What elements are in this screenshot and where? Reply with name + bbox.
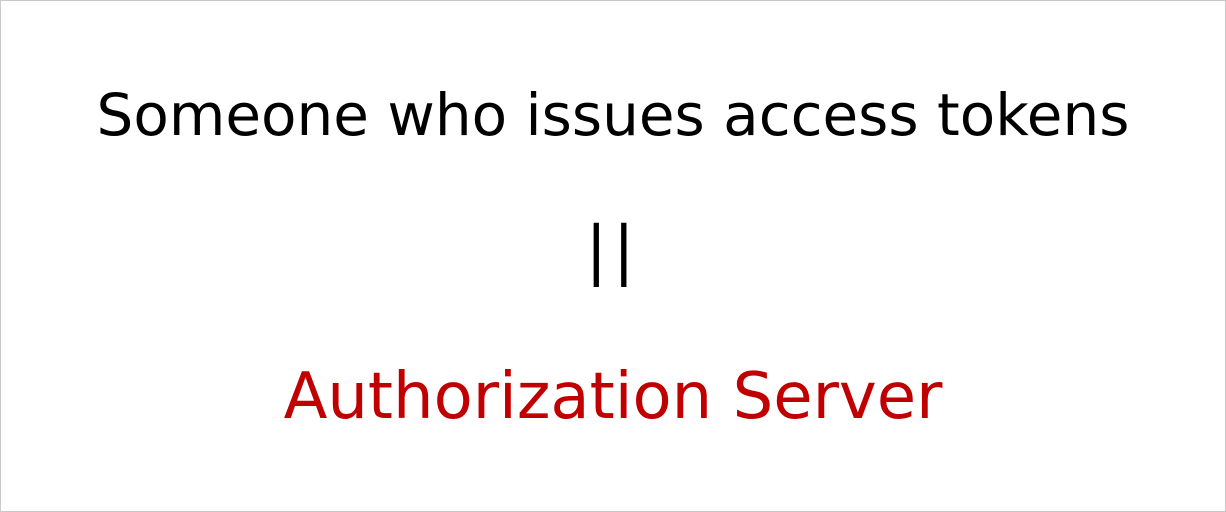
slide-frame: Someone who issues access tokens || Auth… xyxy=(0,0,1226,512)
equivalence-symbol: || xyxy=(585,214,641,288)
definition-text: Someone who issues access tokens xyxy=(96,81,1130,149)
term-text: Authorization Server xyxy=(283,360,943,434)
